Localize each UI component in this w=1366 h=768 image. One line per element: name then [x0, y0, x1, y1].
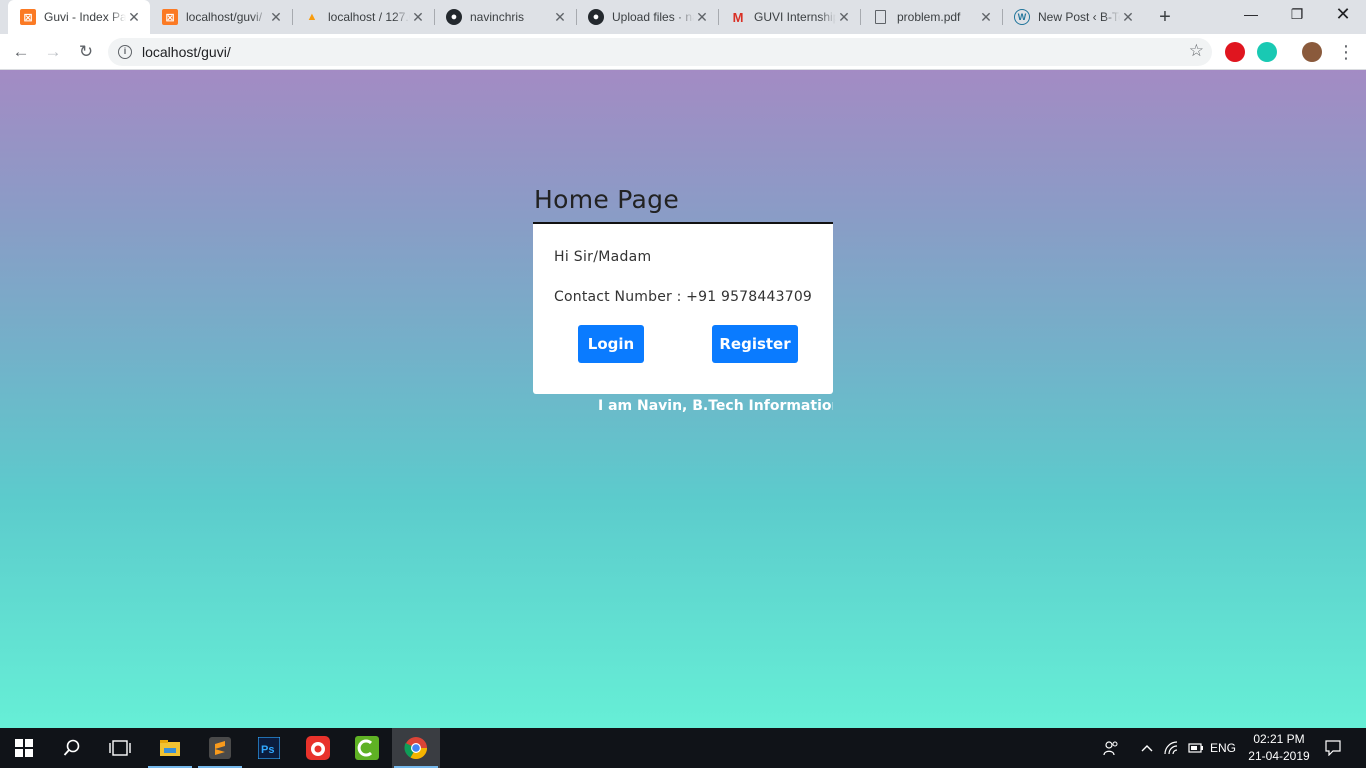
close-icon[interactable]: ✕ — [1120, 9, 1136, 25]
phpmyadmin-icon: ▲ — [306, 11, 318, 23]
xampp-icon: ⊠ — [20, 9, 36, 25]
home-card: Hi Sir/Madam Contact Number : +91 957844… — [533, 224, 833, 394]
tab-title: New Post ‹ B-Tech — [1038, 10, 1120, 24]
restore-icon[interactable]: ❐ — [1274, 0, 1320, 30]
new-tab-button[interactable]: + — [1153, 5, 1177, 29]
address-bar[interactable]: i localhost/guvi/ ☆ — [108, 38, 1212, 66]
register-button[interactable]: Register — [712, 325, 798, 363]
tab-phpmyadmin[interactable]: ▲ localhost / 127.0.0.1 ✕ — [292, 0, 434, 34]
screen-recorder-icon[interactable] — [294, 728, 342, 768]
page-title: Home Page — [534, 185, 679, 214]
close-icon[interactable]: ✕ — [268, 9, 284, 25]
gmail-icon: M — [732, 9, 744, 25]
menu-kebab-icon[interactable]: ⋮ — [1332, 38, 1360, 66]
tab-title: Upload files · navinchris — [612, 10, 694, 24]
tab-title: localhost/guvi/ — [186, 10, 263, 24]
tab-localhost-guvi[interactable]: ⊠ localhost/guvi/ ✕ — [150, 0, 292, 34]
reload-icon[interactable]: ↻ — [72, 38, 100, 66]
people-icon[interactable] — [1100, 728, 1122, 768]
chrome-icon[interactable] — [392, 728, 440, 768]
grammarly-extension-icon[interactable] — [1257, 42, 1277, 62]
chevron-up-icon[interactable] — [1138, 728, 1156, 768]
adblock-extension-icon[interactable] — [1225, 42, 1245, 62]
start-icon[interactable] — [0, 728, 48, 768]
tab-guvi-index[interactable]: ⊠ Guvi - Index Page ✕ — [8, 0, 150, 34]
taskbar: Ps ENG 02:21 PM 21-04-2019 — [0, 728, 1366, 768]
camtasia-icon[interactable] — [343, 728, 391, 768]
tab-strip: ⊠ Guvi - Index Page ✕ ⊠ localhost/guvi/ … — [0, 0, 1366, 34]
github-icon: ● — [588, 9, 604, 25]
tab-title: problem.pdf — [897, 10, 961, 24]
photoshop-icon[interactable]: Ps — [245, 728, 293, 768]
wifi-icon[interactable] — [1162, 728, 1182, 768]
svg-text:Ps: Ps — [261, 744, 274, 756]
wordpress-icon: W — [1014, 9, 1030, 25]
close-icon[interactable]: ✕ — [552, 9, 568, 25]
close-icon[interactable]: ✕ — [126, 9, 142, 25]
clock-date: 21-04-2019 — [1248, 749, 1310, 763]
task-view-icon[interactable] — [96, 728, 144, 768]
browser-toolbar: ← → ↻ i localhost/guvi/ ☆ ⋮ — [0, 34, 1366, 70]
tab-github-navinchris[interactable]: ● navinchris ✕ — [434, 0, 576, 34]
contact-number: Contact Number : +91 9578443709 — [554, 289, 813, 305]
tab-title: navinchris — [470, 10, 525, 24]
tab-problem-pdf[interactable]: problem.pdf ✕ — [860, 0, 1002, 34]
close-icon[interactable]: ✕ — [410, 9, 426, 25]
marquee-text: I am Navin, B.Tech Information T — [598, 398, 833, 414]
system-clock[interactable]: 02:21 PM 21-04-2019 — [1236, 731, 1322, 765]
page-viewport: Home Page Hi Sir/Madam Contact Number : … — [0, 70, 1366, 728]
document-icon — [875, 10, 886, 24]
greeting-text: Hi Sir/Madam — [554, 249, 652, 265]
xampp-icon: ⊠ — [162, 9, 178, 25]
intro-marquee: I am Navin, B.Tech Information T — [533, 396, 833, 418]
forward-icon[interactable]: → — [39, 38, 67, 66]
language-indicator[interactable]: ENG — [1208, 728, 1238, 768]
back-icon[interactable]: ← — [7, 38, 35, 66]
info-icon[interactable]: i — [118, 45, 132, 59]
github-icon: ● — [446, 9, 462, 25]
tab-wordpress[interactable]: W New Post ‹ B-Tech ✕ — [1002, 0, 1144, 34]
close-icon[interactable]: ✕ — [978, 9, 994, 25]
file-explorer-icon[interactable] — [146, 728, 194, 768]
minimize-icon[interactable]: — — [1228, 0, 1274, 30]
tab-github-upload[interactable]: ● Upload files · navinchris ✕ — [576, 0, 718, 34]
tab-title: Guvi - Index Page — [44, 10, 126, 24]
clock-time: 02:21 PM — [1253, 732, 1305, 746]
login-button[interactable]: Login — [578, 325, 644, 363]
battery-icon[interactable] — [1186, 728, 1206, 768]
tab-gmail[interactable]: M GUVI Internship ✕ — [718, 0, 860, 34]
profile-avatar[interactable] — [1302, 42, 1322, 62]
tab-title: localhost / 127.0.0.1 — [328, 10, 410, 24]
search-icon[interactable] — [48, 728, 96, 768]
bookmark-star-icon[interactable]: ☆ — [1189, 41, 1204, 61]
window-close-icon[interactable]: ✕ — [1320, 0, 1366, 30]
tab-title: GUVI Internship — [754, 10, 836, 24]
sublime-text-icon[interactable] — [196, 728, 244, 768]
address-url[interactable]: localhost/guvi/ — [142, 44, 231, 60]
close-icon[interactable]: ✕ — [836, 9, 852, 25]
close-icon[interactable]: ✕ — [694, 9, 710, 25]
notifications-icon[interactable] — [1322, 728, 1344, 768]
